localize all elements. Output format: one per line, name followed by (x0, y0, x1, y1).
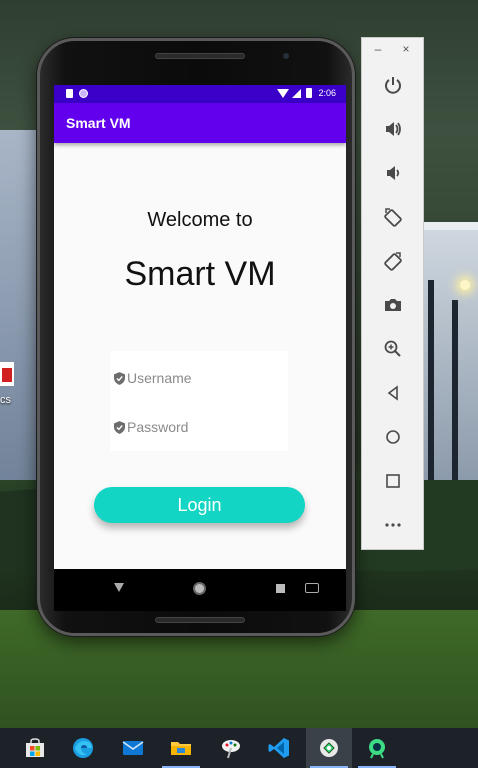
login-button[interactable]: Login (94, 487, 305, 523)
screenshot-button[interactable] (379, 291, 407, 319)
phone-frame: 2:06 Smart VM Welcome to Smart VM Userna… (37, 38, 355, 636)
overview-button[interactable] (379, 467, 407, 495)
nav-recents-icon[interactable] (276, 584, 285, 593)
emulator-window-controls: – × (362, 42, 425, 60)
camera-icon (385, 299, 401, 311)
nav-home-icon[interactable] (193, 582, 206, 595)
taskbar-android-studio[interactable] (306, 728, 352, 768)
volume-down-button[interactable] (379, 159, 407, 187)
desktop-shortcut-logo (2, 368, 12, 382)
taskbar-store[interactable] (12, 728, 58, 768)
volume-up-button[interactable] (379, 115, 407, 143)
rotate-left-icon (384, 208, 402, 227)
phone-speaker-top (155, 53, 245, 59)
volume-down-icon (387, 166, 400, 180)
more-button[interactable] (379, 511, 407, 539)
app-bar: Smart VM (54, 103, 346, 143)
back-icon (387, 385, 398, 401)
emulator-icon (369, 739, 385, 759)
welcome-text: Welcome to (147, 209, 253, 231)
status-bar: 2:06 (54, 85, 346, 103)
vscode-icon (268, 738, 289, 758)
rotate-right-button[interactable] (379, 247, 407, 275)
taskbar-vscode[interactable] (256, 728, 302, 768)
home-button[interactable] (379, 423, 407, 451)
wifi-icon (277, 88, 290, 98)
mail-icon (122, 741, 144, 755)
overview-icon (386, 474, 400, 488)
shield-icon (114, 372, 125, 385)
taskbar-file-explorer[interactable] (158, 728, 204, 768)
app-name-heading: Smart VM (124, 255, 276, 293)
sd-card-icon (66, 89, 73, 98)
app-bar-title: Smart VM (66, 115, 131, 131)
zoom-button[interactable] (379, 335, 407, 363)
android-nav-bar (54, 569, 346, 611)
keyboard-icon[interactable] (305, 583, 319, 593)
cell-signal-icon (292, 88, 302, 98)
paint-icon (222, 740, 240, 759)
phone-screen: 2:06 Smart VM Welcome to Smart VM Userna… (54, 85, 346, 611)
volume-up-icon (386, 122, 401, 136)
phone-speaker-bottom (155, 617, 245, 623)
status-clock: 2:06 (318, 88, 336, 98)
back-button[interactable] (379, 379, 407, 407)
battery-icon (306, 88, 313, 98)
store-icon (26, 738, 44, 757)
taskbar-paint[interactable] (208, 728, 254, 768)
close-button[interactable]: × (398, 42, 414, 56)
taskbar-mail[interactable] (110, 728, 156, 768)
minimize-button[interactable]: – (370, 42, 386, 56)
nav-back-icon[interactable] (114, 583, 124, 592)
password-input[interactable] (127, 412, 285, 442)
login-form (110, 351, 288, 451)
rotate-right-icon (384, 252, 402, 271)
power-button[interactable] (379, 71, 407, 99)
more-icon (385, 523, 401, 527)
power-icon (385, 77, 401, 94)
file-explorer-icon (171, 742, 191, 755)
wallpaper-lamp (460, 280, 470, 290)
edge-icon (73, 738, 93, 758)
password-field (110, 412, 288, 442)
phone-front-camera (283, 53, 289, 59)
rotate-left-button[interactable] (379, 203, 407, 231)
taskbar-emulator[interactable] (354, 728, 400, 768)
notification-dot-icon (79, 89, 88, 98)
username-input[interactable] (127, 363, 285, 393)
android-studio-icon (320, 739, 338, 757)
shield-icon (114, 421, 125, 434)
zoom-icon (384, 340, 401, 357)
emulator-toolbar: – × (361, 37, 424, 550)
desktop-shortcut-label[interactable]: cs (0, 394, 11, 406)
taskbar-edge[interactable] (60, 728, 106, 768)
taskbar (0, 728, 478, 768)
username-field (110, 363, 288, 393)
home-icon (386, 430, 400, 444)
